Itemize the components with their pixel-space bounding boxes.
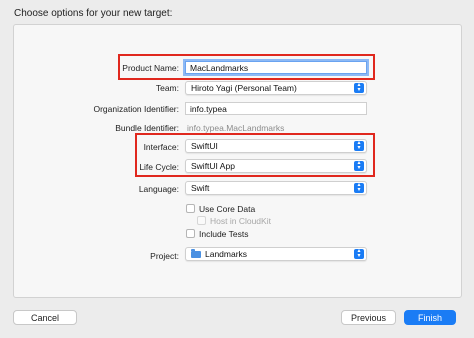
include-tests-checkbox[interactable] (186, 229, 195, 238)
team-value: Hiroto Yagi (Personal Team) (191, 83, 297, 93)
finish-button[interactable]: Finish (404, 310, 456, 325)
popup-stepper-icon: ▴ ▾ (354, 82, 364, 93)
language-value: Swift (191, 183, 210, 193)
use-core-data-label: Use Core Data (199, 204, 256, 214)
bundle-identifier-label: Bundle Identifier: (115, 123, 179, 133)
popup-stepper-icon: ▴ ▾ (354, 182, 364, 193)
highlight-box-product-name (118, 54, 375, 80)
language-label: Language: (138, 184, 179, 194)
organization-identifier-field[interactable]: info.typea (185, 102, 367, 115)
bundle-identifier-value: info.typea.MacLandmarks (187, 123, 285, 133)
project-popup[interactable]: Landmarks ▴ ▾ (185, 247, 367, 261)
folder-icon (191, 249, 201, 258)
previous-button[interactable]: Previous (341, 310, 396, 325)
language-popup[interactable]: Swift ▴ ▾ (185, 181, 367, 195)
popup-stepper-icon: ▴ ▾ (354, 248, 364, 259)
project-label: Project: (150, 251, 179, 261)
include-tests-label: Include Tests (199, 229, 249, 239)
highlight-box-interface-lifecycle (135, 133, 375, 177)
organization-identifier-label: Organization Identifier: (93, 104, 179, 114)
host-in-cloudkit-label: Host in CloudKit (210, 216, 271, 226)
host-in-cloudkit-checkbox (197, 216, 206, 225)
use-core-data-checkbox[interactable] (186, 204, 195, 213)
team-popup[interactable]: Hiroto Yagi (Personal Team) ▴ ▾ (185, 81, 367, 95)
cancel-button[interactable]: Cancel (13, 310, 77, 325)
project-value: Landmarks (205, 249, 248, 259)
team-label: Team: (155, 83, 179, 93)
dialog-header: Choose options for your new target: (14, 8, 173, 19)
